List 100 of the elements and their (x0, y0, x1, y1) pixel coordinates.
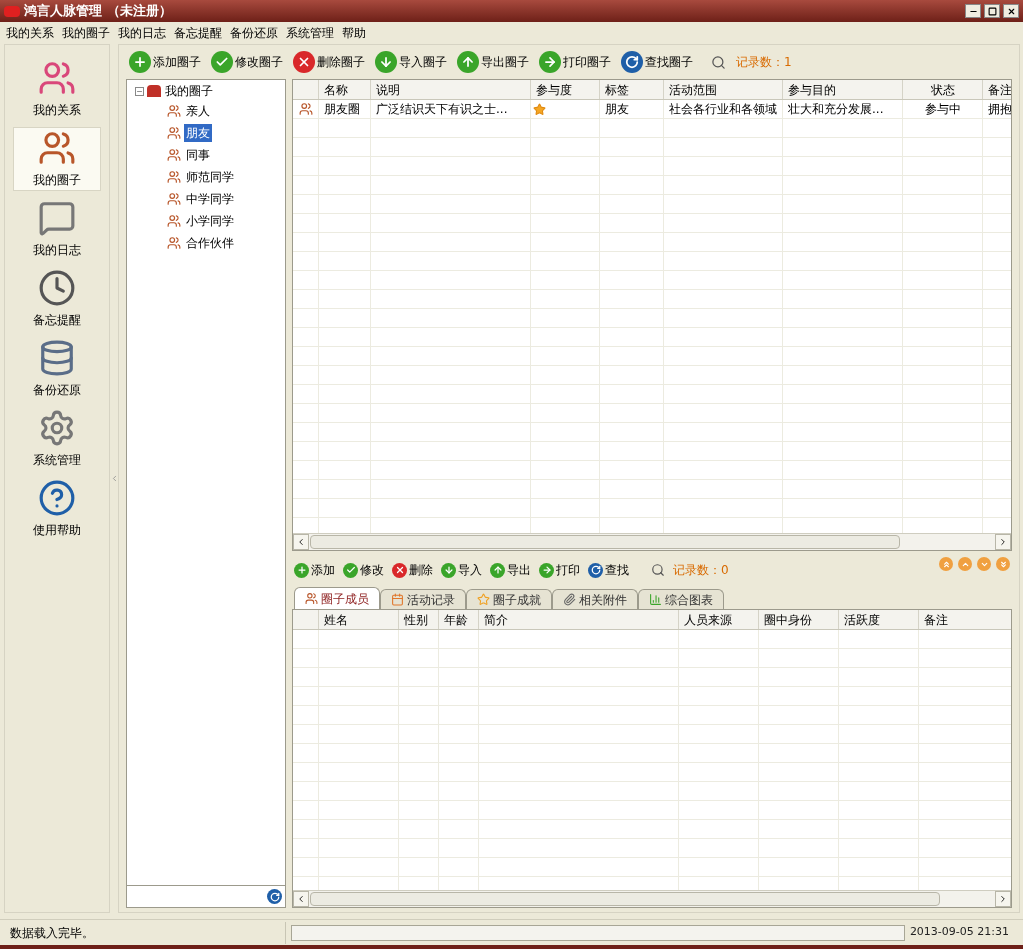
check-icon (343, 562, 358, 578)
search-icon (651, 563, 665, 577)
menu-item[interactable]: 我的关系 (2, 23, 58, 43)
toolbar-button[interactable]: 修改 (343, 561, 384, 579)
people-icon (167, 170, 181, 184)
nav-item[interactable]: 我的日志 (13, 197, 101, 261)
minimize-button[interactable] (965, 4, 981, 18)
tree-item[interactable]: 朋友 (184, 124, 212, 142)
scrollbar-thumb[interactable] (310, 535, 900, 549)
scroll-left-button[interactable] (293, 891, 309, 907)
column-header[interactable]: 圈中身份 (759, 610, 839, 629)
record-count: 记录数：0 (673, 562, 729, 579)
people-icon (298, 102, 313, 116)
column-header[interactable]: 人员来源 (679, 610, 759, 629)
column-header[interactable]: 性别 (399, 610, 439, 629)
column-header[interactable]: 简介 (479, 610, 679, 629)
tree-item[interactable]: 中学同学 (184, 190, 236, 208)
search-icon (711, 54, 726, 70)
toolbar-button[interactable]: 查找圈子 (621, 51, 693, 73)
tree-item[interactable]: 我的圈子 (164, 82, 214, 100)
toolbar-button[interactable]: 查找 (588, 561, 629, 579)
menu-item[interactable]: 备份还原 (226, 23, 282, 43)
first-page-button[interactable] (939, 557, 953, 571)
status-message: 数据载入完毕。 (0, 921, 286, 944)
status-datetime: 2013-09-05 21:31 (909, 924, 1010, 941)
menu-item[interactable]: 系统管理 (282, 23, 338, 43)
toolbar-button[interactable]: 导入 (441, 561, 482, 579)
column-header[interactable]: 年龄 (439, 610, 479, 629)
delete-icon (392, 562, 407, 578)
tree-item[interactable]: 合作伙伴 (184, 234, 236, 252)
nav-item[interactable]: 使用帮助 (13, 477, 101, 541)
next-button[interactable] (977, 557, 991, 571)
star-icon (477, 593, 490, 606)
previous-button[interactable] (958, 557, 972, 571)
toolbar-button[interactable]: 添加圈子 (129, 51, 201, 73)
chart-icon (649, 593, 662, 606)
column-header[interactable]: 活跃度 (839, 610, 919, 629)
tab[interactable]: 相关附件 (552, 589, 638, 609)
scrollbar-thumb[interactable] (310, 892, 940, 906)
window-title: 鸿言人脉管理 （未注册） (24, 2, 172, 21)
menu-item[interactable]: 我的日志 (114, 23, 170, 43)
nav-item[interactable]: 备份还原 (13, 337, 101, 401)
column-header[interactable]: 标签 (600, 80, 664, 99)
people-icon (167, 236, 181, 250)
table-cell: 朋友 (600, 100, 664, 118)
horizontal-scrollbar[interactable] (293, 890, 1011, 907)
tree-item[interactable]: 亲人 (184, 102, 212, 120)
first-arrow-icon (941, 559, 951, 569)
add-icon (129, 51, 151, 73)
last-page-button[interactable] (996, 557, 1010, 571)
toolbar-button[interactable]: 导出 (490, 561, 531, 579)
column-header[interactable]: 活动范围 (664, 80, 783, 99)
column-header[interactable]: 姓名 (319, 610, 399, 629)
collapse-icon[interactable] (135, 86, 144, 96)
toolbar-button[interactable]: 导入圈子 (375, 51, 447, 73)
tab[interactable]: 圈子成员 (294, 587, 380, 609)
check-icon (211, 51, 233, 73)
menu-item[interactable]: 我的圈子 (58, 23, 114, 43)
table-cell: 拥抱 (983, 100, 1011, 118)
nav-item[interactable]: 我的圈子 (13, 127, 101, 191)
scroll-right-button[interactable] (995, 891, 1011, 907)
nav-item[interactable]: 系统管理 (13, 407, 101, 471)
table-cell: 广泛结识天下有识之士... (371, 100, 531, 118)
toolbar-button[interactable]: 打印 (539, 561, 580, 579)
maximize-button[interactable] (984, 4, 1000, 18)
paperclip-icon (563, 593, 576, 606)
tree-item[interactable]: 同事 (184, 146, 212, 164)
nav-item[interactable]: 我的关系 (13, 57, 101, 121)
column-header[interactable]: 备注 (919, 610, 1011, 629)
column-header[interactable]: 备注 (983, 80, 1011, 99)
scroll-left-button[interactable] (293, 534, 309, 550)
close-button[interactable] (1003, 4, 1019, 18)
column-header[interactable]: 参与度 (531, 80, 600, 99)
gear-icon (38, 409, 76, 447)
column-header[interactable]: 参与目的 (783, 80, 903, 99)
tree-item[interactable]: 小学同学 (184, 212, 236, 230)
maximize-icon (987, 6, 997, 16)
column-header[interactable]: 名称 (319, 80, 371, 99)
tab[interactable]: 活动记录 (380, 589, 466, 609)
toolbar-button[interactable]: 添加 (294, 561, 335, 579)
toolbar-button[interactable]: 打印圈子 (539, 51, 611, 73)
column-header[interactable]: 说明 (371, 80, 531, 99)
tree-item[interactable]: 师范同学 (184, 168, 236, 186)
toolbar-button[interactable]: 删除圈子 (293, 51, 365, 73)
scroll-right-button[interactable] (995, 534, 1011, 550)
toolbar-button[interactable]: 导出圈子 (457, 51, 529, 73)
column-header[interactable]: 状态 (903, 80, 983, 99)
calendar-icon (391, 593, 404, 606)
nav-item[interactable]: 备忘提醒 (13, 267, 101, 331)
people-icon (167, 214, 181, 228)
tab[interactable]: 圈子成就 (466, 589, 552, 609)
help-icon (38, 479, 76, 517)
people-icon (305, 592, 318, 605)
horizontal-scrollbar[interactable] (293, 533, 1011, 550)
toolbar-button[interactable]: 修改圈子 (211, 51, 283, 73)
toolbar-button[interactable]: 删除 (392, 561, 433, 579)
tab[interactable]: 综合图表 (638, 589, 724, 609)
menu-item[interactable]: 备忘提醒 (170, 23, 226, 43)
menu-item[interactable]: 帮助 (338, 23, 370, 43)
last-arrow-icon (998, 559, 1008, 569)
